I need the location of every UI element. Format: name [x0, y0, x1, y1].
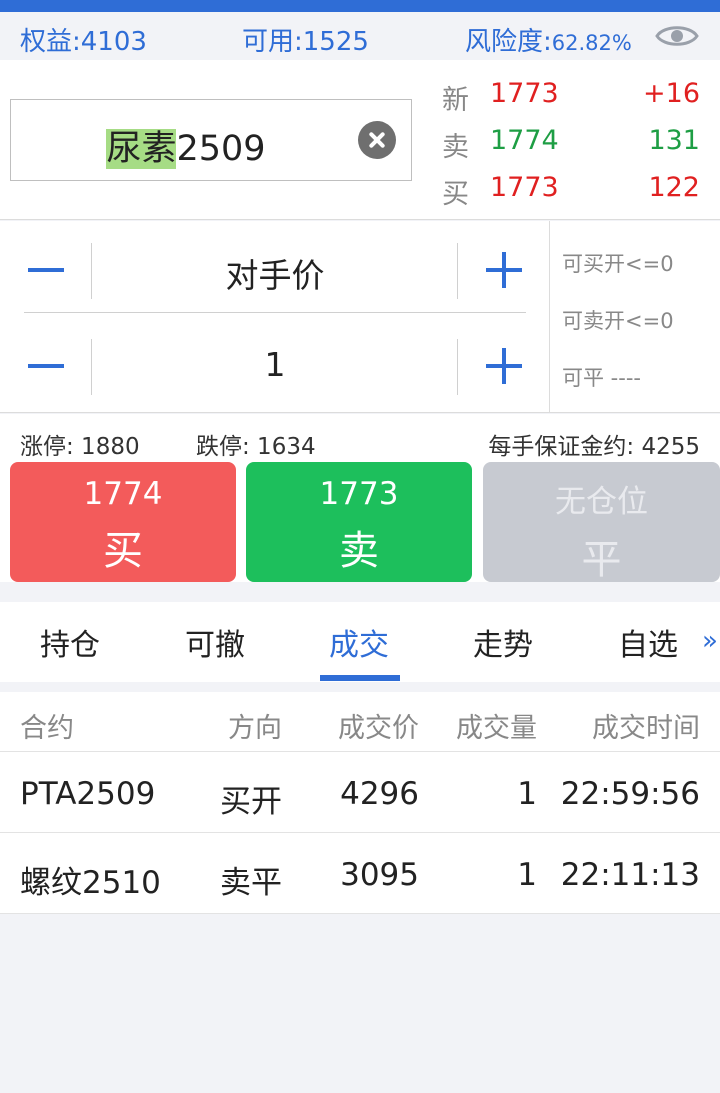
quote-change: +16 [643, 78, 700, 109]
clear-icon[interactable] [358, 121, 396, 159]
tab-positions[interactable]: 持仓 [40, 620, 100, 664]
quantity-plus-icon[interactable] [460, 337, 526, 393]
trade-contract: 螺纹2510 [20, 865, 161, 901]
tab-trend[interactable]: 走势 [473, 620, 533, 664]
quote-bid-price: 1773 [490, 172, 559, 203]
trade-direction: 卖平 [220, 865, 282, 901]
sell-label: 卖 [339, 528, 379, 574]
available-value: 1525 [302, 27, 369, 57]
table-row[interactable]: PTA2509 买开 4296 1 22:59:56 [0, 752, 720, 833]
price-stepper: 对手价 [24, 221, 526, 313]
contract-code: 2509 [176, 129, 266, 169]
quantity-minus-icon[interactable] [24, 337, 90, 393]
divider [91, 339, 92, 395]
buy-button[interactable]: 1774 买 [10, 462, 236, 582]
header-contract: 合约 [20, 713, 74, 744]
table-row[interactable]: 螺纹2510 卖平 3095 1 22:11:13 [0, 833, 720, 914]
close-label: 平 [581, 537, 622, 583]
contract-name-highlight: 尿素 [106, 129, 177, 169]
equity-label: 权益: [20, 27, 81, 57]
quote-ask-label: 卖 [442, 132, 469, 163]
risk-degree: 风险度: 62.82% [465, 21, 632, 58]
table-header: 合约 方向 成交价 成交量 成交时间 [0, 692, 720, 752]
header-price: 成交价 [338, 713, 419, 744]
available-label: 可用: [242, 27, 303, 57]
risk-label: 风险度: [465, 27, 552, 57]
trade-time: 22:59:56 [560, 776, 700, 812]
trade-contract: PTA2509 [20, 776, 156, 812]
active-tab-indicator [320, 675, 400, 681]
divider [91, 243, 92, 299]
header-time: 成交时间 [592, 713, 700, 744]
available-funds: 可用: 1525 [242, 21, 369, 58]
header-volume: 成交量 [456, 713, 537, 744]
price-limits: 涨停: 1880 跌停: 1634 每手保证金约: 4255 [0, 414, 720, 462]
trade-volume: 1 [517, 776, 537, 812]
equity-value: 4103 [80, 27, 147, 57]
quote-ask: 卖 1774 131 [442, 125, 712, 165]
price-mode-value[interactable]: 对手价 [94, 249, 456, 297]
quote-bid-volume: 122 [648, 172, 700, 203]
tab-trades[interactable]: 成交 [329, 620, 389, 664]
account-summary: 权益: 4103 可用: 1525 风险度: 62.82% [0, 12, 720, 60]
close-position-button[interactable]: 无仓位 平 [483, 462, 720, 583]
quote-last-label: 新 [442, 85, 469, 116]
can-buy-open: 可买开<=0 [562, 252, 674, 276]
margin-per-lot: 每手保证金约: 4255 [488, 434, 700, 460]
quote-ask-volume: 131 [648, 125, 700, 156]
trade-actions: 1774 买 1773 卖 无仓位 平 [0, 462, 720, 583]
quantity-value[interactable]: 1 [94, 345, 456, 384]
quote-panel: 尿素2509 新 1773 +16 卖 1774 131 买 1773 122 [0, 60, 720, 220]
close-status: 无仓位 [555, 484, 648, 520]
trade-direction: 买开 [220, 784, 282, 820]
quote-last-price: 1773 [490, 78, 559, 109]
divider [457, 339, 458, 395]
buy-price: 1774 [83, 476, 163, 512]
available-quantities: 可买开<=0 可卖开<=0 可平 ---- [549, 221, 720, 413]
price-plus-icon[interactable] [460, 241, 526, 297]
divider [457, 243, 458, 299]
can-close: 可平 ---- [562, 366, 641, 390]
order-panel: 对手价 1 可买开<=0 可卖开<=0 可平 ---- [0, 221, 720, 413]
quote-ask-price: 1774 [490, 125, 559, 156]
tab-watchlist[interactable]: 自选 [618, 620, 678, 664]
trade-volume: 1 [517, 857, 537, 893]
tab-cancelable[interactable]: 可撤 [185, 620, 245, 664]
status-accent-bar [0, 0, 720, 12]
risk-value: 62.82% [551, 31, 632, 55]
contract-search-input[interactable]: 尿素2509 [10, 99, 412, 181]
contract-name: 尿素2509 [11, 120, 361, 171]
limit-up: 涨停: 1880 [20, 434, 140, 460]
quote-bid: 买 1773 122 [442, 172, 712, 212]
equity: 权益: 4103 [20, 21, 147, 58]
trades-table: 合约 方向 成交价 成交量 成交时间 PTA2509 买开 4296 1 22:… [0, 692, 720, 914]
limit-down: 跌停: 1634 [196, 434, 316, 460]
sell-price: 1773 [319, 476, 399, 512]
price-minus-icon[interactable] [24, 241, 90, 297]
sell-button[interactable]: 1773 卖 [246, 462, 472, 582]
trade-time: 22:11:13 [560, 857, 700, 893]
double-chevron-right-icon[interactable]: » [702, 626, 718, 656]
can-sell-open: 可卖开<=0 [562, 309, 674, 333]
eye-icon[interactable] [654, 20, 700, 52]
buy-label: 买 [103, 528, 143, 574]
quantity-stepper: 1 [24, 317, 526, 409]
header-direction: 方向 [228, 713, 282, 744]
trade-price: 3095 [340, 857, 419, 893]
tab-bar: 持仓 可撤 成交 走势 自选 » [0, 602, 720, 682]
quote-bid-label: 买 [442, 179, 469, 210]
quote-last: 新 1773 +16 [442, 78, 712, 118]
trade-price: 4296 [340, 776, 419, 812]
